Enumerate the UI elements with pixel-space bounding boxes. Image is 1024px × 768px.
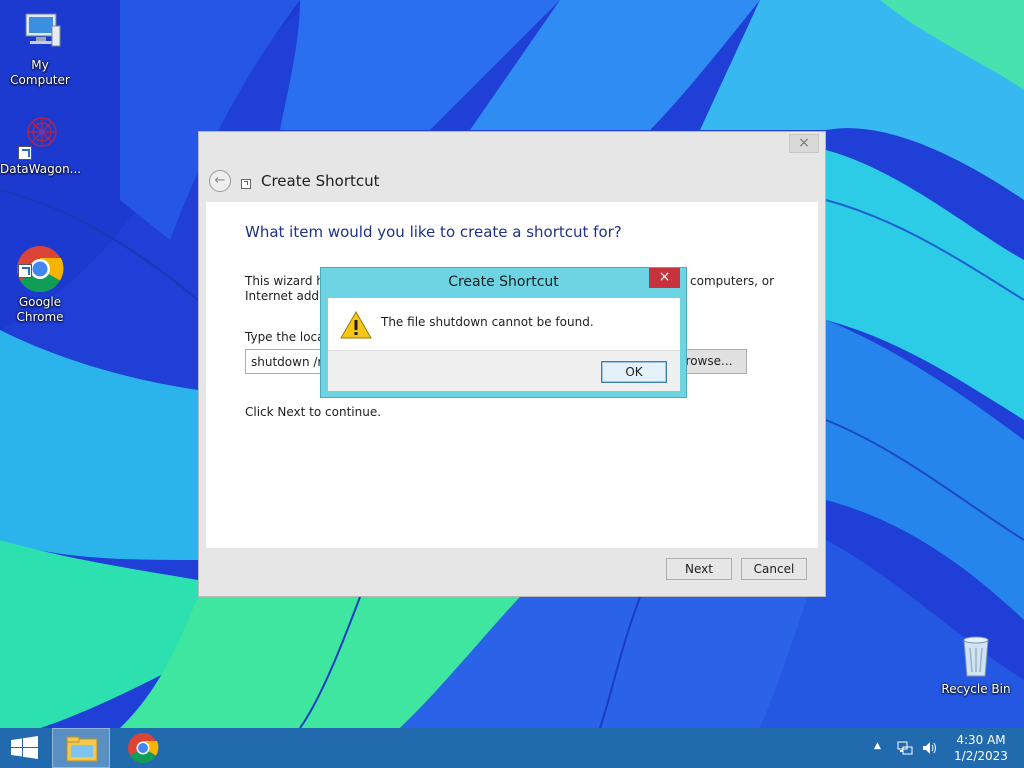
shortcut-icon [241, 179, 251, 189]
desktop-icon-label: Recycle Bin [941, 682, 1011, 696]
intro-line-1-end: computers, or [690, 274, 775, 288]
desktop-icon-label: My Computer [10, 58, 70, 87]
wizard-header: ← Create Shortcut [209, 168, 380, 194]
dialog-close-button[interactable]: × [649, 268, 680, 288]
dialog-message: The file shutdown cannot be found. [381, 315, 594, 329]
computer-icon [16, 8, 64, 56]
datawagon-icon [16, 112, 64, 160]
taskbar-chrome[interactable] [114, 728, 172, 768]
start-button[interactable] [0, 728, 50, 768]
file-explorer-icon [66, 736, 98, 762]
desktop-icon-google-chrome[interactable]: Google Chrome [0, 215, 80, 340]
back-arrow-icon[interactable]: ← [209, 170, 231, 192]
dialog-body: The file shutdown cannot be found. OK [328, 298, 680, 391]
show-hidden-icons-chevron-icon[interactable]: ▲ [874, 741, 886, 755]
desktop-icon-label: Google Chrome [16, 295, 64, 324]
window-title: Create Shortcut [261, 172, 380, 190]
warning-icon [340, 310, 372, 340]
volume-icon[interactable] [921, 740, 939, 756]
dialog-footer: OK [328, 350, 680, 391]
dialog-title: Create Shortcut [448, 274, 559, 290]
shortcut-arrow-icon [18, 146, 32, 160]
continue-instruction: Click Next to continue. [245, 405, 382, 419]
clock-date: 1/2/2023 [954, 749, 1008, 763]
desktop-icon-datawagon[interactable]: DataWagon... [0, 112, 82, 177]
taskbar: ▲ 4:30 AM 1/2/2023 [0, 728, 1024, 768]
chrome-icon [128, 733, 159, 764]
cancel-button[interactable]: Cancel [741, 558, 807, 580]
taskbar-file-explorer[interactable] [52, 728, 110, 768]
chrome-icon [16, 230, 64, 293]
start-icon [11, 736, 38, 759]
network-icon[interactable] [897, 740, 913, 756]
clock-time: 4:30 AM [956, 733, 1006, 747]
recycle-bin-icon [952, 632, 1000, 680]
wizard-question-heading: What item would you like to create a sho… [245, 223, 622, 241]
window-close-button[interactable]: × [789, 134, 819, 153]
shortcut-arrow-icon [18, 264, 32, 278]
desktop-icon-recycle-bin[interactable]: Recycle Bin [936, 632, 1016, 697]
ok-button[interactable]: OK [601, 361, 667, 383]
next-button[interactable]: Next [666, 558, 732, 580]
desktop-icon-label: DataWagon... [0, 162, 82, 176]
error-dialog: Create Shortcut × The file shutdown cann… [320, 267, 687, 398]
taskbar-clock[interactable]: 4:30 AM 1/2/2023 [950, 732, 1012, 764]
desktop-icon-my-computer[interactable]: My Computer [0, 8, 80, 88]
